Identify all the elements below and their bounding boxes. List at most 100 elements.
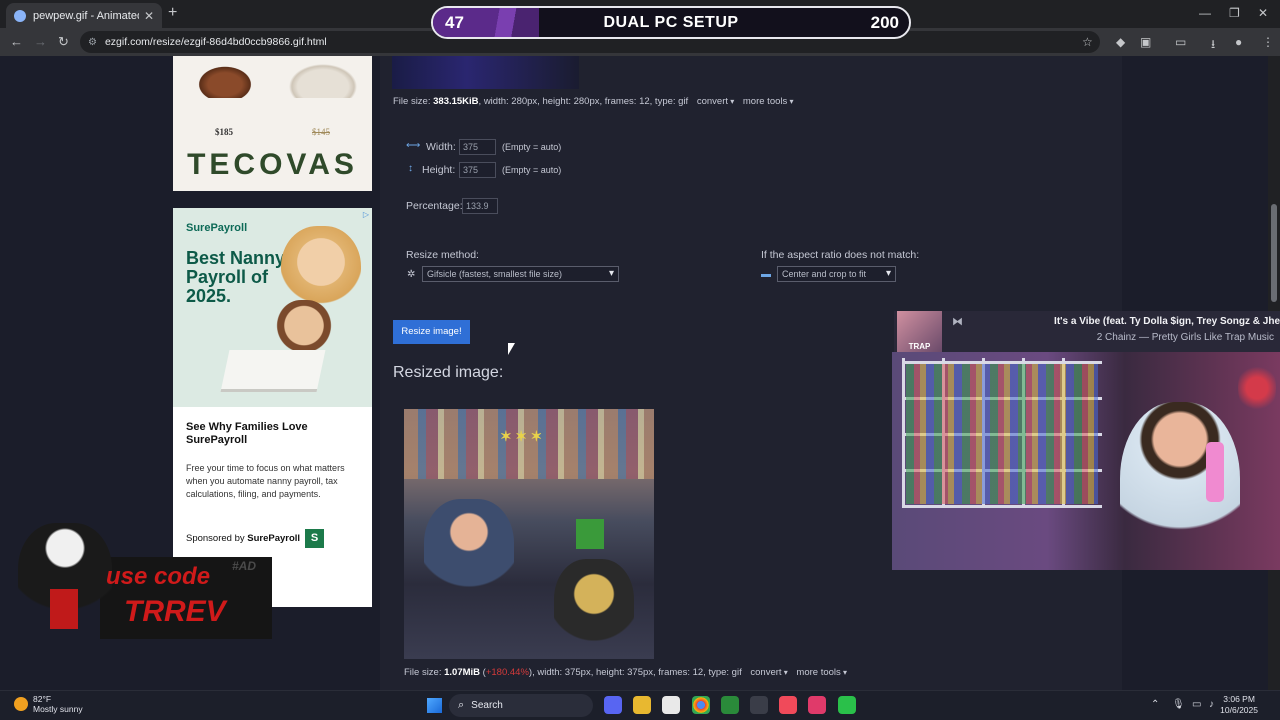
ad-title[interactable]: See Why Families Love SurePayroll	[186, 421, 361, 447]
width-input[interactable]: 375	[459, 139, 496, 155]
height-input[interactable]: 375	[459, 162, 496, 178]
search-label: Search	[471, 700, 503, 711]
goal-label: DUAL PC SETUP	[603, 13, 739, 31]
apple-music-icon[interactable]	[779, 696, 797, 714]
weather-widget[interactable]: 82°F Mostly sunny	[14, 694, 83, 714]
aspect-ratio-select[interactable]: Center and crop to fit	[777, 266, 896, 282]
source-more-tools-dropdown[interactable]: more tools	[743, 96, 794, 107]
green-screen-detail	[576, 519, 604, 549]
window-close-icon[interactable]: ✕	[1258, 6, 1268, 20]
width-arrow-icon: ⟷	[406, 140, 421, 151]
taskbar-search[interactable]: ⌕ Search	[449, 694, 593, 717]
app-icon[interactable]	[750, 696, 768, 714]
forward-icon[interactable]: →	[34, 34, 47, 49]
weather-condition: Mostly sunny	[33, 704, 83, 714]
hat-image	[283, 60, 363, 98]
adchoices-icon[interactable]: ▷	[363, 210, 369, 219]
sun-icon	[14, 697, 28, 711]
resize-method-label: Resize method:	[406, 249, 479, 261]
tiktok-icon[interactable]	[808, 696, 826, 714]
profile-avatar-icon[interactable]: ●	[1235, 35, 1242, 49]
system-clock[interactable]: 3:06 PM 10/6/2025	[1220, 694, 1258, 716]
clock-time: 3:06 PM	[1223, 694, 1255, 704]
puppet-figure	[18, 523, 112, 637]
album-art-label: TRAP	[908, 342, 931, 351]
lamp-detail	[1238, 358, 1276, 418]
ad-headline: Best Nanny Payroll of 2025.	[186, 248, 286, 306]
windows-start-icon[interactable]	[427, 698, 442, 713]
maximize-icon[interactable]: ❐	[1229, 6, 1240, 20]
width-label: Width:	[426, 141, 456, 153]
minimize-icon[interactable]: —	[1199, 6, 1211, 20]
resize-image-button[interactable]: Resize image!	[393, 320, 470, 344]
source-convert-dropdown[interactable]: convert	[697, 96, 734, 107]
song-artist: 2 Chainz — Pretty Girls Like Trap Music	[1096, 332, 1274, 343]
boots-image	[195, 64, 255, 98]
aspect-ratio-label: If the aspect ratio does not match:	[761, 249, 920, 261]
tecovas-logo: TECOVAS	[187, 148, 358, 181]
gear-icon: ✲	[407, 269, 416, 280]
extension-diamond-icon[interactable]: ◆	[1116, 35, 1125, 49]
site-info-icon[interactable]: ⚙	[88, 37, 97, 48]
microphone-detail	[1206, 442, 1224, 502]
tab-close-icon[interactable]: ✕	[144, 9, 154, 23]
weather-temp: 82°F	[33, 694, 52, 704]
minecraft-icon[interactable]	[838, 696, 856, 714]
tecovas-ad[interactable]: $185 $145 TECOVAS	[173, 56, 372, 191]
result-file-info: File size: 1.07MiB (+180.44%), width: 37…	[404, 667, 847, 678]
hat-price: $145	[312, 127, 330, 137]
size-change: +180.44%	[485, 667, 529, 678]
resize-method-select[interactable]: Gifsicle (fastest, smallest file size)	[422, 266, 619, 282]
surepayroll-mark-icon: S	[305, 529, 324, 548]
height-arrow-icon: ↕	[408, 163, 413, 174]
scrollbar-thumb[interactable]	[1271, 204, 1277, 302]
height-label: Height:	[422, 164, 456, 176]
chrome-icon[interactable]	[692, 696, 710, 714]
download-icon[interactable]: ⭳	[1211, 35, 1215, 56]
webcam-overlay	[892, 352, 1280, 570]
side-panel-icon[interactable]: ▭	[1175, 35, 1186, 49]
back-icon[interactable]: ←	[10, 34, 23, 49]
resized-image-heading: Resized image:	[393, 364, 504, 381]
mouse-cursor-icon	[508, 343, 515, 355]
book-illustration	[220, 350, 326, 392]
browser-tab[interactable]: pewpew.gif - Animated image ✕	[6, 3, 162, 28]
toys-detail	[906, 364, 1098, 504]
code-promo-overlay: use code TRREV #AD	[14, 517, 272, 639]
width-hint: (Empty = auto)	[502, 142, 562, 152]
percentage-label: Percentage:	[406, 200, 463, 212]
tray-chevron-icon[interactable]: ⌃	[1151, 699, 1159, 710]
ad-hero-image: SurePayroll Best Nanny Payroll of 2025. …	[173, 208, 372, 407]
result-more-tools-dropdown[interactable]: more tools	[796, 667, 847, 678]
source-image	[392, 56, 579, 89]
result-convert-dropdown[interactable]: convert	[750, 667, 787, 678]
surepayroll-logo: SurePayroll	[186, 222, 248, 234]
new-tab-icon[interactable]: +	[168, 4, 177, 22]
percentage-input[interactable]: 133.9	[462, 198, 498, 214]
browser-menu-icon[interactable]: ⋮	[1262, 35, 1274, 49]
now-playing-widget: TRAP ⧓ It's a Vibe (feat. Ty Dolla $ign,…	[894, 311, 1280, 352]
goal-target-count: 200	[870, 12, 899, 32]
file-explorer-icon[interactable]	[633, 696, 651, 714]
banner-detail: ✶ ✶ ✶	[500, 430, 543, 445]
goal-overlay-bar: 47 DUAL PC SETUP 200	[431, 6, 911, 39]
network-icon[interactable]: ▭	[1192, 699, 1201, 710]
height-hint: (Empty = auto)	[502, 165, 562, 175]
discord-icon[interactable]	[604, 696, 622, 714]
crop-icon: ▬	[761, 269, 771, 280]
extensions-icon[interactable]: ▣	[1140, 35, 1151, 49]
url-text: ezgif.com/resize/ezgif-86d4bd0ccb9866.gi…	[104, 36, 327, 48]
resized-image: ✶ ✶ ✶	[404, 409, 654, 659]
song-title: It's a Vibe (feat. Ty Dolla $ign, Trey S…	[1054, 316, 1280, 327]
xbox-icon[interactable]	[721, 696, 739, 714]
reload-icon[interactable]: ↻	[58, 34, 69, 50]
source-file-info: File size: 383.15KiB, width: 280px, heig…	[393, 96, 794, 107]
g-hub-icon[interactable]	[662, 696, 680, 714]
boots-price: $185	[215, 127, 233, 137]
volume-icon[interactable]: ♪	[1209, 699, 1214, 710]
ad-body: Free your time to focus on what matters …	[186, 463, 345, 499]
person-right	[554, 559, 634, 659]
mic-icon[interactable]: 🎙	[1172, 699, 1185, 710]
bookmark-star-icon[interactable]: ☆	[1082, 35, 1093, 49]
promo-line1: use code	[106, 563, 211, 590]
